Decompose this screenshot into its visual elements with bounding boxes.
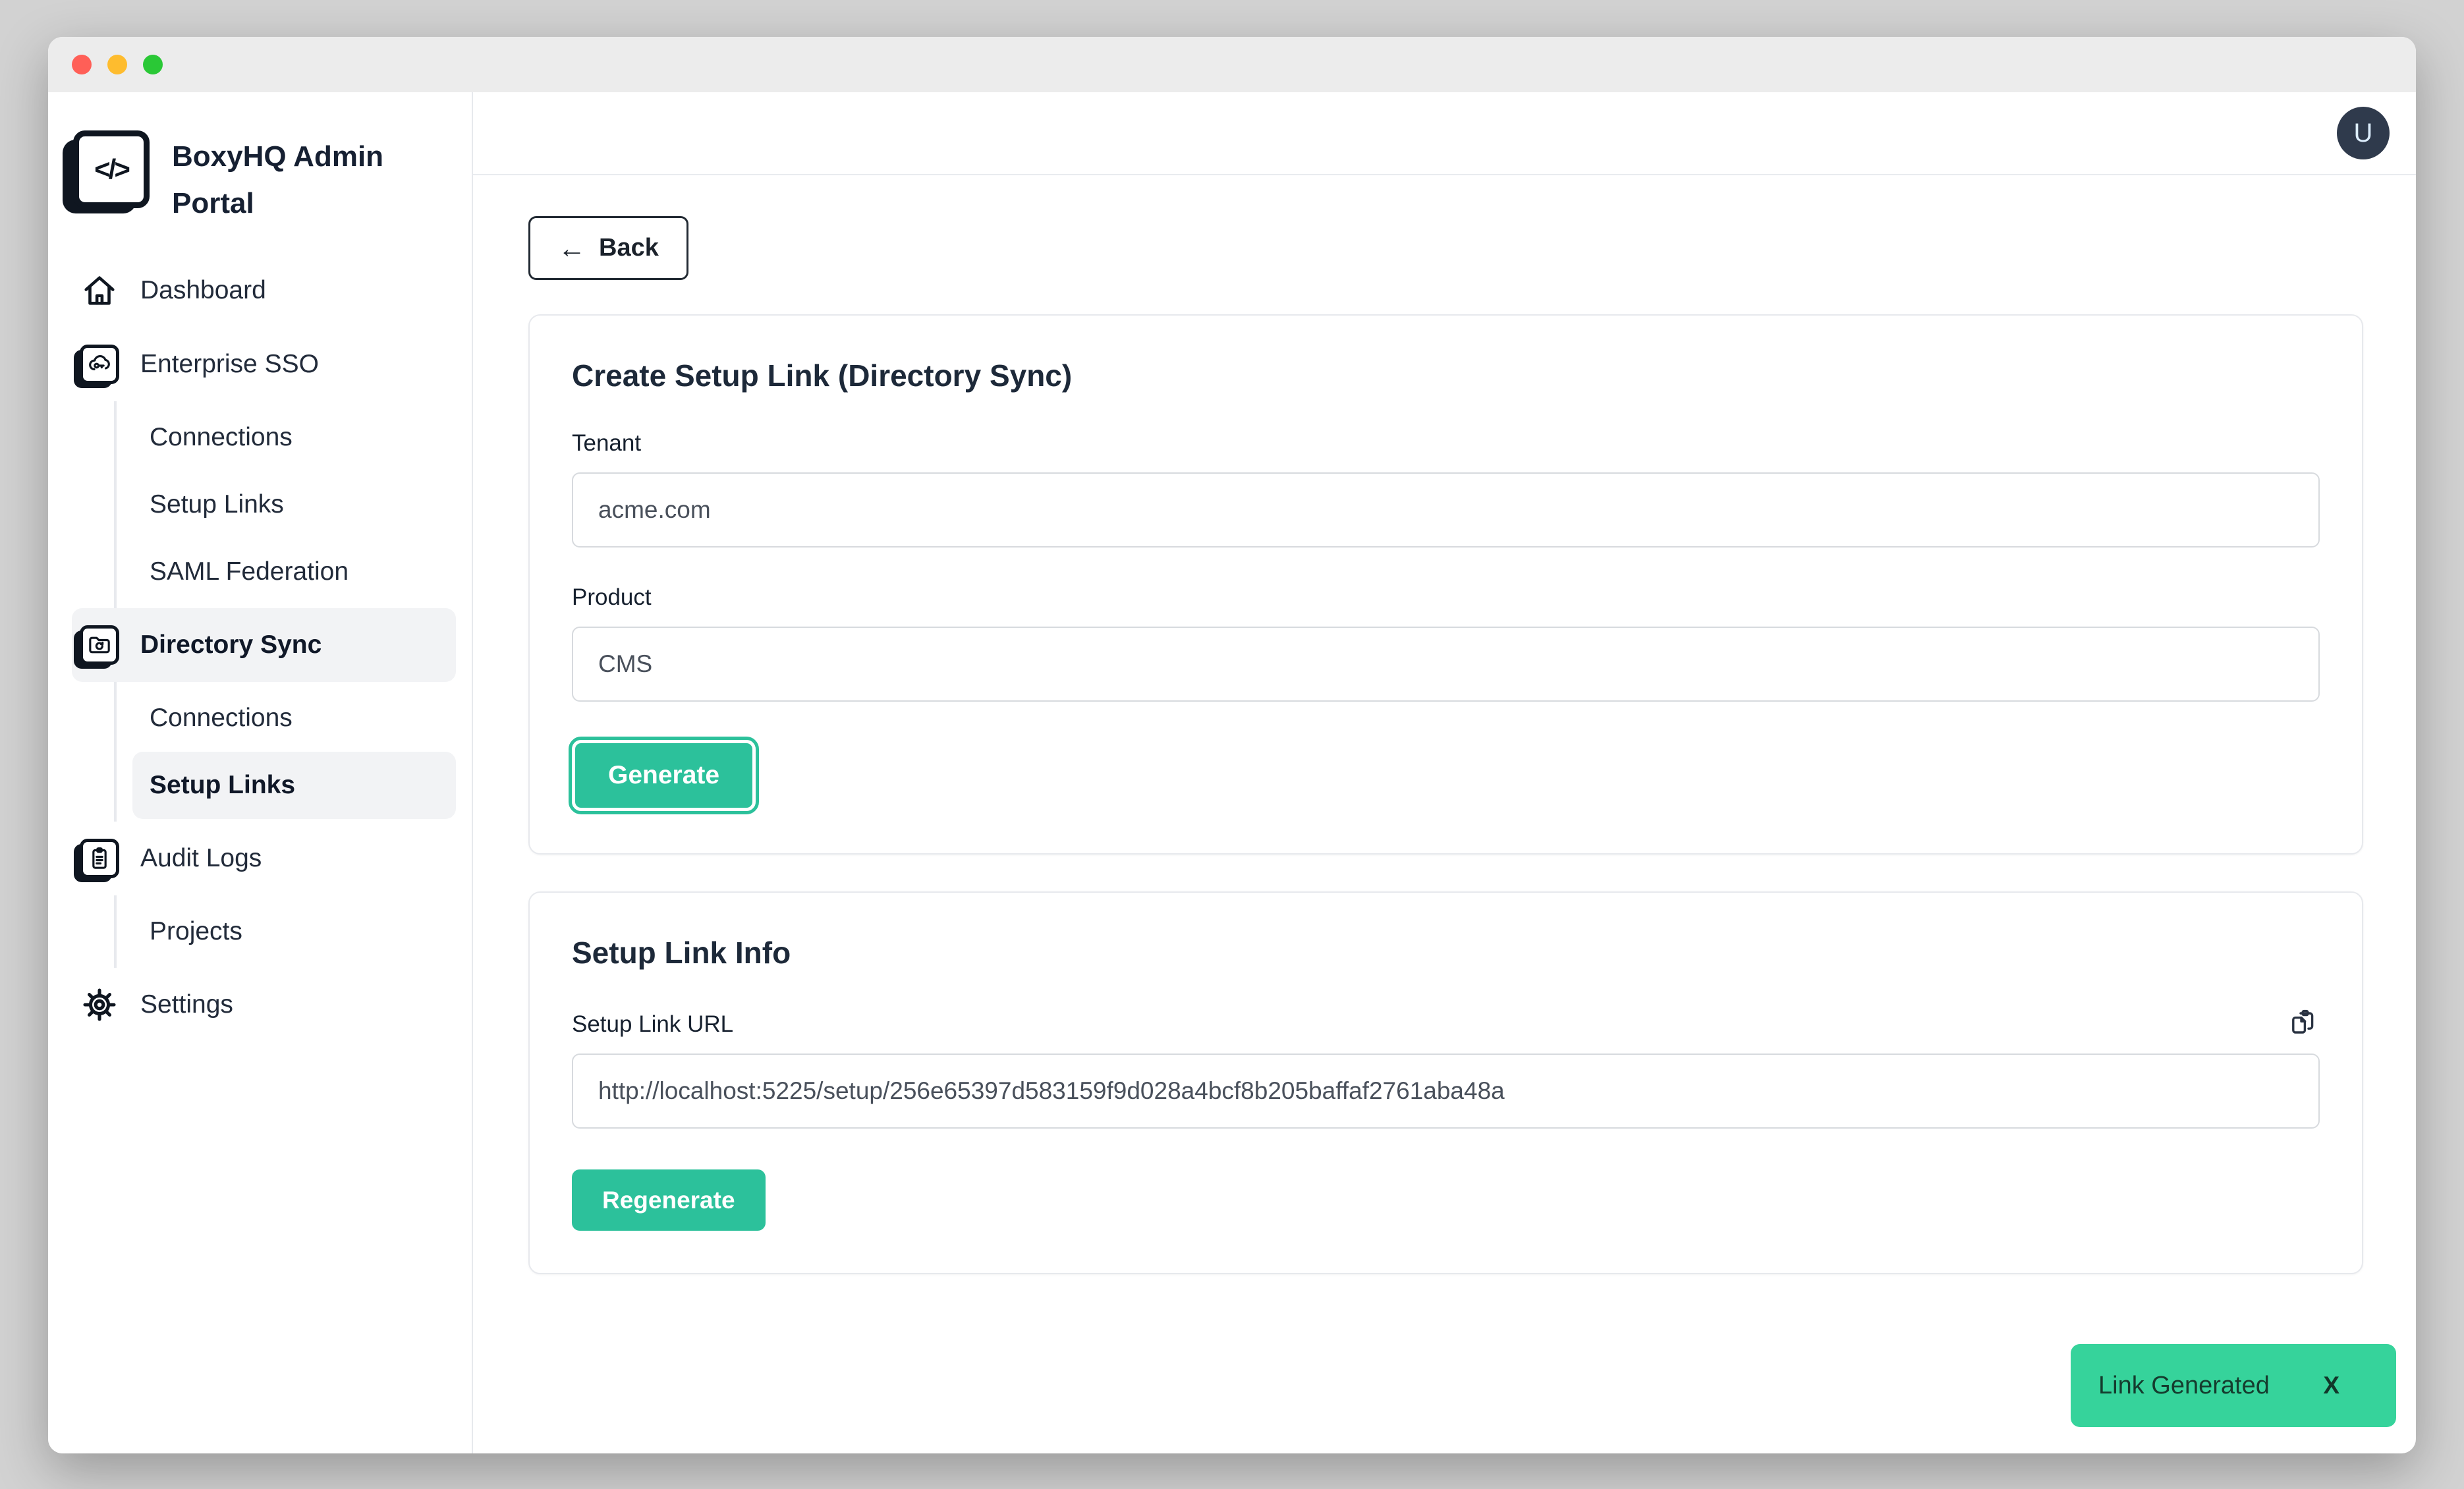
sidebar-item-label: Directory Sync: [140, 631, 322, 660]
sidebar-item-directory-sync[interactable]: Directory Sync: [72, 608, 456, 682]
back-button-label: Back: [599, 234, 659, 262]
folder-sync-keycap-icon: [78, 625, 121, 665]
create-card-title: Create Setup Link (Directory Sync): [572, 358, 2320, 393]
regenerate-button[interactable]: Regenerate: [572, 1169, 766, 1231]
product-label: Product: [572, 584, 2320, 611]
setup-link-info-card: Setup Link Info Setup Link URL: [528, 891, 2363, 1274]
minimize-window-button[interactable]: [107, 55, 127, 74]
create-setup-link-card: Create Setup Link (Directory Sync) Tenan…: [528, 314, 2363, 855]
top-header: U: [473, 92, 2416, 175]
sidebar-item-saml-federation[interactable]: SAML Federation: [132, 538, 456, 605]
sidebar-item-label: Enterprise SSO: [140, 350, 319, 379]
sidebar-item-settings[interactable]: Settings: [72, 968, 456, 1042]
sidebar-group-enterprise-sso: Connections Setup Links SAML Federation: [114, 401, 456, 608]
sidebar-nav: Dashboard: [72, 254, 456, 1042]
sidebar-group-directory-sync: Connections Setup Links: [114, 682, 456, 822]
sidebar-item-projects[interactable]: Projects: [132, 898, 456, 965]
sidebar-item-dashboard[interactable]: Dashboard: [72, 254, 456, 327]
window-titlebar: [48, 37, 2416, 92]
clipboard-keycap-icon: [78, 839, 121, 878]
tenant-input[interactable]: [572, 472, 2320, 548]
setup-link-url-input[interactable]: [572, 1054, 2320, 1129]
setup-link-url-label: Setup Link URL: [572, 1011, 733, 1038]
sidebar-item-label: Connections: [150, 704, 293, 733]
toast-message: Link Generated: [2098, 1372, 2270, 1400]
close-window-button[interactable]: [72, 55, 92, 74]
sidebar-item-label: Projects: [150, 917, 242, 946]
sidebar-item-sso-setup-links[interactable]: Setup Links: [132, 471, 456, 538]
toast-link-generated: Link Generated X: [2071, 1344, 2396, 1427]
toast-close-button[interactable]: X: [2323, 1372, 2339, 1399]
tenant-label: Tenant: [572, 430, 2320, 457]
sidebar-item-sso-connections[interactable]: Connections: [132, 404, 456, 471]
sidebar-item-label: Connections: [150, 423, 293, 452]
sidebar-item-label: Setup Links: [150, 771, 295, 800]
clipboard-copy-icon: [2288, 1030, 2320, 1040]
product-input[interactable]: [572, 627, 2320, 702]
copy-button[interactable]: [2288, 1006, 2320, 1038]
arrow-left-icon: ←: [558, 235, 586, 262]
zoom-window-button[interactable]: [143, 55, 163, 74]
sidebar-item-label: Settings: [140, 990, 233, 1019]
url-label-row: Setup Link URL: [572, 1006, 2320, 1038]
sidebar-item-dsync-connections[interactable]: Connections: [132, 685, 456, 752]
sidebar-item-label: Setup Links: [150, 490, 284, 519]
brand-code-keycap-icon: </>: [73, 130, 150, 208]
user-avatar[interactable]: U: [2337, 107, 2390, 159]
brand-title: BoxyHQ Admin Portal: [172, 133, 456, 227]
sidebar-item-audit-logs[interactable]: Audit Logs: [72, 822, 456, 895]
sidebar-item-label: Audit Logs: [140, 844, 262, 873]
brand[interactable]: </> BoxyHQ Admin Portal: [72, 121, 456, 254]
home-icon: [78, 271, 121, 310]
sidebar-group-audit-logs: Projects: [114, 895, 456, 968]
code-glyph: </>: [73, 130, 150, 208]
cloud-key-keycap-icon: [78, 345, 121, 384]
sidebar: </> BoxyHQ Admin Portal Dashboard: [48, 92, 473, 1453]
sidebar-item-label: Dashboard: [140, 276, 266, 305]
app-body: </> BoxyHQ Admin Portal Dashboard: [48, 92, 2416, 1453]
gear-icon: [78, 986, 121, 1024]
sidebar-item-enterprise-sso[interactable]: Enterprise SSO: [72, 327, 456, 401]
app-window: </> BoxyHQ Admin Portal Dashboard: [48, 37, 2416, 1453]
back-button[interactable]: ← Back: [528, 216, 688, 280]
generate-button[interactable]: Generate: [572, 740, 756, 811]
sidebar-item-label: SAML Federation: [150, 557, 349, 586]
sidebar-item-dsync-setup-links[interactable]: Setup Links: [132, 752, 456, 819]
page-body: ← Back Create Setup Link (Directory Sync…: [473, 175, 2416, 1453]
main-content: U ← Back Create Setup Link (Directory Sy…: [473, 92, 2416, 1453]
info-card-title: Setup Link Info: [572, 935, 2320, 970]
